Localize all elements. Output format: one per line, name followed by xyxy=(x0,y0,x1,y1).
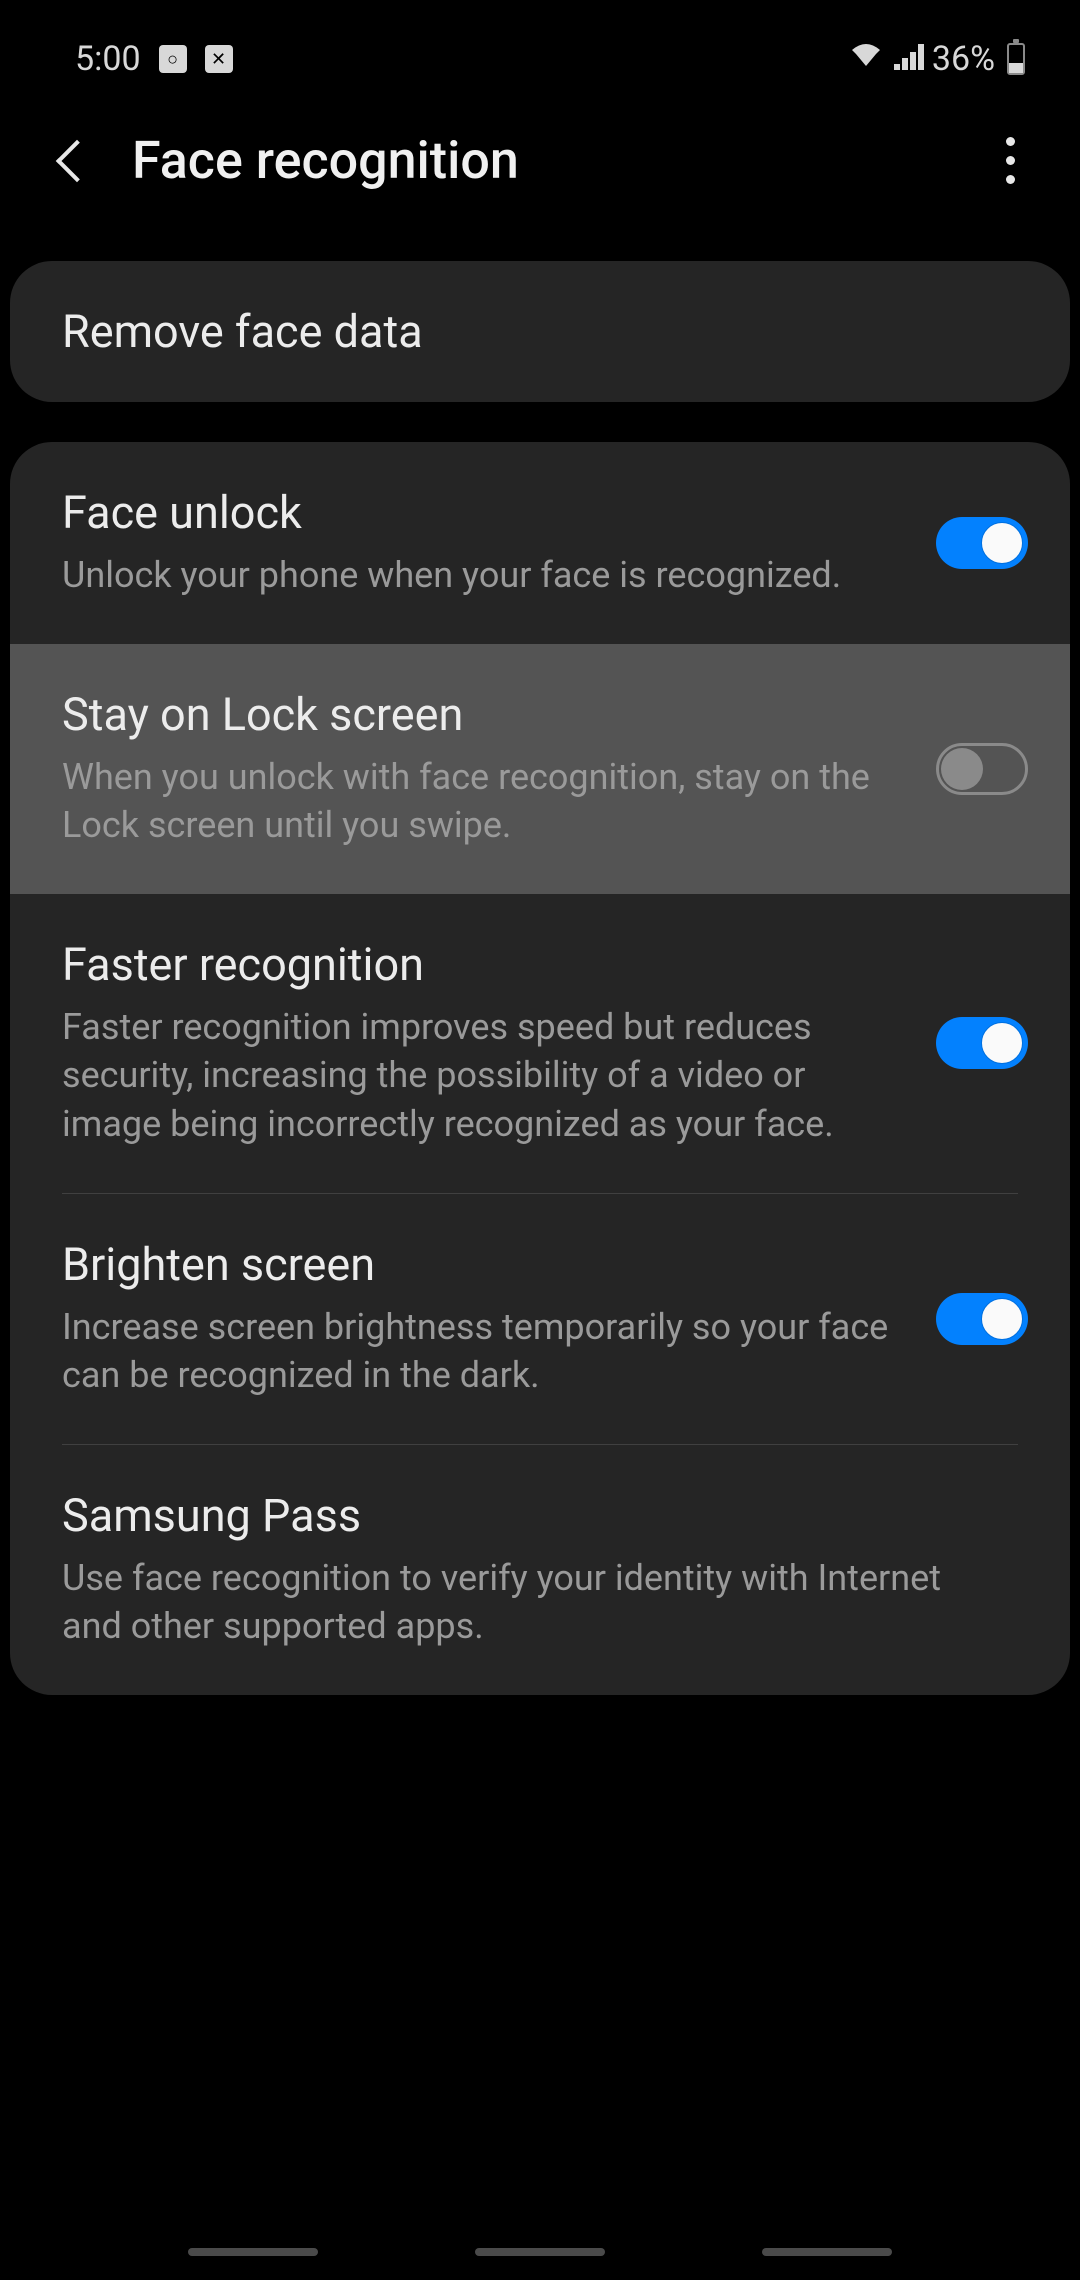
setting-title: Samsung Pass xyxy=(62,1489,998,1542)
settings-card: Face unlock Unlock your phone when your … xyxy=(10,442,1070,1695)
faster-recognition-row[interactable]: Faster recognition Faster recognition im… xyxy=(10,894,1070,1193)
nav-home[interactable] xyxy=(475,2248,605,2256)
wifi-icon xyxy=(848,39,884,79)
setting-title: Brighten screen xyxy=(62,1238,906,1291)
setting-subtitle: Unlock your phone when your face is reco… xyxy=(62,551,906,600)
setting-text: Samsung Pass Use face recognition to ver… xyxy=(62,1489,1028,1651)
setting-title: Faster recognition xyxy=(62,938,906,991)
app-header: Face recognition xyxy=(0,90,1080,231)
stay-on-lock-screen-row[interactable]: Stay on Lock screen When you unlock with… xyxy=(10,644,1070,894)
nav-back[interactable] xyxy=(762,2248,892,2256)
face-unlock-toggle[interactable] xyxy=(936,517,1028,569)
setting-subtitle: Faster recognition improves speed but re… xyxy=(62,1003,906,1149)
remove-face-data-label: Remove face data xyxy=(62,305,1018,358)
setting-text: Brighten screen Increase screen brightne… xyxy=(62,1238,936,1400)
back-icon[interactable] xyxy=(56,139,98,181)
setting-subtitle: Increase screen brightness temporarily s… xyxy=(62,1303,906,1400)
setting-title: Face unlock xyxy=(62,486,906,539)
more-options-icon[interactable] xyxy=(1006,137,1035,184)
setting-text: Stay on Lock screen When you unlock with… xyxy=(62,688,936,850)
status-left: 5:00 ○ ✕ xyxy=(75,39,233,79)
samsung-pass-row[interactable]: Samsung Pass Use face recognition to ver… xyxy=(10,1445,1070,1695)
stay-on-lock-screen-toggle[interactable] xyxy=(936,743,1028,795)
faster-recognition-toggle[interactable] xyxy=(936,1017,1028,1069)
nav-recents[interactable] xyxy=(188,2248,318,2256)
battery-icon xyxy=(1007,43,1025,75)
toggle-knob xyxy=(941,748,983,790)
navigation-bar xyxy=(0,2248,1080,2256)
status-bar: 5:00 ○ ✕ 36% xyxy=(0,0,1080,90)
remove-face-data-button[interactable]: Remove face data xyxy=(10,261,1070,402)
battery-percent: 36% xyxy=(932,39,995,79)
notification-icon-1: ○ xyxy=(159,45,187,73)
notification-icon-2: ✕ xyxy=(205,45,233,73)
setting-text: Faster recognition Faster recognition im… xyxy=(62,938,936,1149)
toggle-knob xyxy=(981,522,1023,564)
brighten-screen-row[interactable]: Brighten screen Increase screen brightne… xyxy=(10,1194,1070,1444)
toggle-knob xyxy=(981,1298,1023,1340)
status-time: 5:00 xyxy=(75,39,141,79)
brighten-screen-toggle[interactable] xyxy=(936,1293,1028,1345)
toggle-knob xyxy=(981,1022,1023,1064)
content-area: Remove face data Face unlock Unlock your… xyxy=(0,231,1080,1695)
setting-text: Face unlock Unlock your phone when your … xyxy=(62,486,936,600)
face-unlock-row[interactable]: Face unlock Unlock your phone when your … xyxy=(10,442,1070,644)
setting-subtitle: Use face recognition to verify your iden… xyxy=(62,1554,998,1651)
setting-title: Stay on Lock screen xyxy=(62,688,906,741)
setting-subtitle: When you unlock with face recognition, s… xyxy=(62,753,906,850)
signal-icon xyxy=(892,39,924,79)
page-title: Face recognition xyxy=(132,130,966,191)
status-right: 36% xyxy=(848,39,1025,79)
